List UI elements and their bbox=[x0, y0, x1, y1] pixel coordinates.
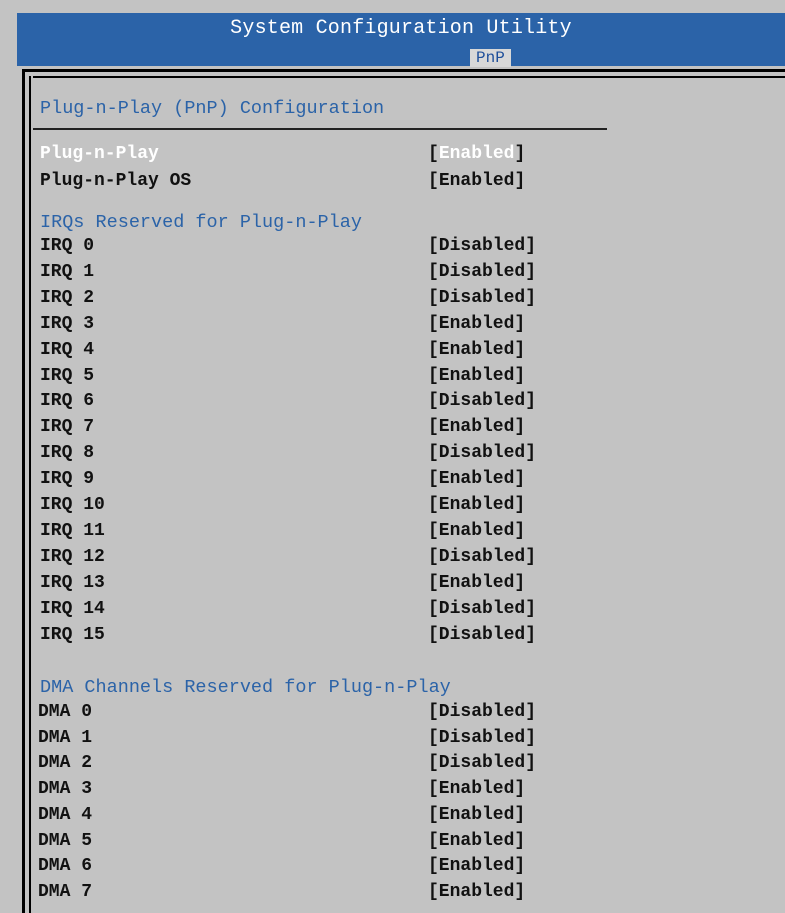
irq-row-14[interactable]: IRQ 14 [Disabled] bbox=[40, 597, 600, 622]
frame-border-left-outer bbox=[22, 69, 25, 913]
irq-row-0[interactable]: IRQ 0 [Disabled] bbox=[40, 234, 600, 259]
setting-value[interactable]: [Enabled] bbox=[428, 312, 525, 337]
setting-value[interactable]: [Disabled] bbox=[428, 623, 536, 648]
setting-label: IRQ 3 bbox=[40, 313, 95, 334]
irq-row-8[interactable]: IRQ 8 [Disabled] bbox=[40, 441, 600, 466]
setting-value[interactable]: [Enabled] bbox=[428, 467, 525, 492]
utility-title: System Configuration Utility bbox=[230, 17, 572, 40]
setting-label: IRQ 13 bbox=[40, 572, 105, 593]
dma-row-5[interactable]: DMA 5 [Enabled] bbox=[38, 829, 600, 854]
setting-value[interactable]: [Disabled] bbox=[428, 751, 536, 776]
dma-row-4[interactable]: DMA 4 [Enabled] bbox=[38, 803, 600, 828]
setting-label: DMA 3 bbox=[38, 779, 93, 800]
setting-value[interactable]: [Enabled] bbox=[428, 829, 525, 854]
setting-value[interactable]: [Disabled] bbox=[428, 700, 536, 725]
setting-value[interactable]: [Enabled] bbox=[428, 519, 525, 544]
irq-row-7[interactable]: IRQ 7 [Enabled] bbox=[40, 415, 600, 440]
setting-label: IRQ 0 bbox=[40, 236, 95, 256]
setting-value[interactable]: [Disabled] bbox=[428, 441, 536, 466]
setting-plug-n-play[interactable]: Plug-n-Play [Enabled] bbox=[40, 142, 600, 167]
irq-row-9[interactable]: IRQ 9 [Enabled] bbox=[40, 467, 600, 492]
setting-value[interactable]: [Enabled] bbox=[428, 880, 525, 905]
irq-row-10[interactable]: IRQ 10 [Enabled] bbox=[40, 493, 600, 518]
setting-value[interactable]: [Enabled] bbox=[428, 571, 525, 596]
setting-value[interactable]: [Enabled] bbox=[428, 493, 525, 518]
setting-label: DMA 1 bbox=[38, 727, 93, 748]
setting-label: DMA 7 bbox=[38, 881, 93, 902]
frame-border-top-outer bbox=[22, 69, 785, 72]
setting-label: IRQ 1 bbox=[40, 261, 95, 282]
setting-label: IRQ 6 bbox=[40, 391, 95, 412]
setting-label: IRQ 15 bbox=[40, 624, 105, 645]
dma-row-1[interactable]: DMA 1 [Disabled] bbox=[38, 726, 600, 751]
setting-value[interactable]: [Disabled] bbox=[428, 545, 536, 570]
setting-label: DMA 4 bbox=[38, 804, 93, 825]
irq-row-15[interactable]: IRQ 15 [Disabled] bbox=[40, 623, 600, 648]
setting-label: DMA 2 bbox=[38, 753, 93, 774]
dma-row-2[interactable]: DMA 2 [Disabled] bbox=[38, 751, 600, 776]
setting-value[interactable]: [Enabled] bbox=[428, 142, 525, 167]
dma-row-0[interactable]: DMA 0 [Disabled] bbox=[38, 700, 600, 725]
setting-value[interactable]: [Disabled] bbox=[428, 260, 536, 285]
setting-label: IRQ 5 bbox=[40, 365, 95, 386]
irq-row-2[interactable]: IRQ 2 [Disabled] bbox=[40, 286, 600, 311]
title-divider bbox=[33, 128, 607, 130]
setting-value[interactable]: [Enabled] bbox=[428, 777, 525, 802]
setting-plug-n-play-os[interactable]: Plug-n-Play OS [Enabled] bbox=[40, 169, 600, 194]
page-title: Plug-n-Play (PnP) Configuration bbox=[40, 98, 385, 119]
setting-label: Plug-n-Play OS bbox=[40, 171, 192, 191]
setting-label: IRQ 10 bbox=[40, 495, 105, 515]
dma-row-7[interactable]: DMA 7 [Enabled] bbox=[38, 880, 600, 905]
setting-label: IRQ 11 bbox=[40, 520, 105, 541]
setting-label: DMA 6 bbox=[38, 856, 93, 877]
setting-value[interactable]: [Enabled] bbox=[428, 169, 525, 194]
setting-value[interactable]: [Disabled] bbox=[428, 234, 536, 259]
setting-value[interactable]: [Disabled] bbox=[428, 597, 536, 622]
setting-value[interactable]: [Disabled] bbox=[428, 726, 536, 751]
frame-border-left-inner bbox=[29, 76, 31, 913]
setting-value[interactable]: [Enabled] bbox=[428, 364, 525, 389]
frame-border-top-inner bbox=[33, 76, 785, 78]
irq-row-5[interactable]: IRQ 5 [Enabled] bbox=[40, 364, 600, 389]
setting-value[interactable]: [Enabled] bbox=[428, 803, 525, 828]
setting-label: DMA 0 bbox=[38, 702, 93, 722]
setting-label: DMA 5 bbox=[38, 830, 93, 851]
title-bar: System Configuration Utility PnP bbox=[17, 13, 785, 67]
setting-value[interactable]: [Enabled] bbox=[428, 854, 525, 879]
irq-row-12[interactable]: IRQ 12 [Disabled] bbox=[40, 545, 600, 570]
tab-pnp[interactable]: PnP bbox=[470, 49, 511, 67]
setting-label: IRQ 14 bbox=[40, 598, 105, 619]
dma-section-heading: DMA Channels Reserved for Plug-n-Play bbox=[40, 677, 451, 698]
setting-label: Plug-n-Play bbox=[40, 144, 159, 164]
dma-row-3[interactable]: DMA 3 [Enabled] bbox=[38, 777, 600, 802]
setting-value[interactable]: [Disabled] bbox=[428, 389, 536, 414]
irq-row-13[interactable]: IRQ 13 [Enabled] bbox=[40, 571, 600, 596]
setting-label: IRQ 4 bbox=[40, 339, 95, 360]
setting-label: IRQ 2 bbox=[40, 287, 95, 308]
irq-row-11[interactable]: IRQ 11 [Enabled] bbox=[40, 519, 600, 544]
setting-value[interactable]: [Enabled] bbox=[428, 338, 525, 363]
irq-row-6[interactable]: IRQ 6 [Disabled] bbox=[40, 389, 600, 414]
setting-value[interactable]: [Enabled] bbox=[428, 415, 525, 440]
setting-value[interactable]: [Disabled] bbox=[428, 286, 536, 311]
setting-label: IRQ 8 bbox=[40, 443, 95, 464]
irq-row-1[interactable]: IRQ 1 [Disabled] bbox=[40, 260, 600, 285]
dma-row-6[interactable]: DMA 6 [Enabled] bbox=[38, 854, 600, 879]
setting-label: IRQ 12 bbox=[40, 546, 105, 567]
setting-label: IRQ 7 bbox=[40, 417, 95, 438]
irq-section-heading: IRQs Reserved for Plug-n-Play bbox=[40, 212, 362, 233]
irq-row-4[interactable]: IRQ 4 [Enabled] bbox=[40, 338, 600, 363]
irq-row-3[interactable]: IRQ 3 [Enabled] bbox=[40, 312, 600, 337]
setting-label: IRQ 9 bbox=[40, 469, 95, 490]
